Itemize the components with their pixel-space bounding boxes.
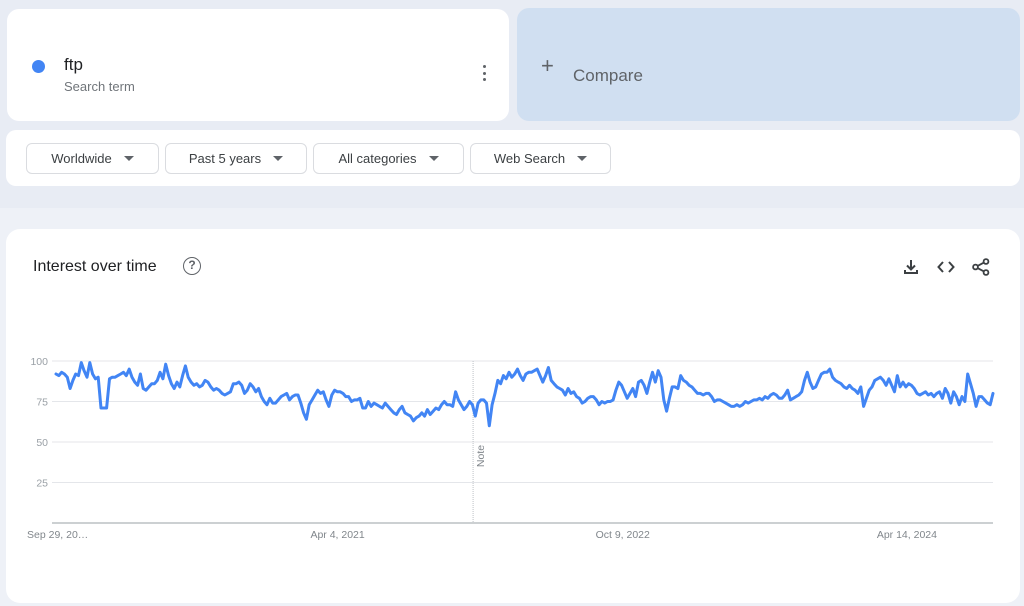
filter-time-range-label: Past 5 years bbox=[188, 151, 262, 166]
y-tick-label: 50 bbox=[36, 437, 48, 449]
x-tick-label: Sep 29, 20… bbox=[27, 529, 88, 541]
widget-title: Interest over time bbox=[33, 258, 157, 275]
interest-chart[interactable]: 25 50 75 100 Sep 29, 20… Apr 4, 2021 Oct 9, 2… bbox=[0, 340, 1024, 550]
share-icon[interactable] bbox=[971, 257, 991, 277]
embed-icon[interactable] bbox=[936, 257, 956, 277]
filter-category-label: All categories bbox=[338, 151, 417, 166]
search-term-card[interactable]: ftp Search term bbox=[7, 9, 509, 121]
compare-button[interactable]: + Compare bbox=[517, 8, 1020, 121]
filter-time-range[interactable]: Past 5 years bbox=[165, 143, 307, 174]
y-tick-label: 25 bbox=[36, 478, 48, 490]
dropdown-arrow-icon bbox=[123, 156, 134, 161]
dropdown-arrow-icon bbox=[428, 156, 439, 161]
x-tick-label: Apr 4, 2021 bbox=[310, 529, 364, 541]
compare-label: Compare bbox=[573, 66, 643, 85]
filter-region[interactable]: Worldwide bbox=[26, 143, 159, 174]
filters-bar: Worldwide Past 5 years All categories We… bbox=[6, 130, 1020, 186]
search-term-name[interactable]: ftp bbox=[64, 55, 83, 75]
filter-search-type[interactable]: Web Search bbox=[470, 143, 611, 174]
dropdown-arrow-icon bbox=[577, 156, 588, 161]
note-label: Note bbox=[475, 445, 487, 467]
filter-search-type-label: Web Search bbox=[493, 151, 566, 166]
filter-region-label: Worldwide bbox=[51, 151, 112, 166]
y-tick-label: 100 bbox=[30, 356, 48, 368]
download-icon[interactable] bbox=[901, 257, 921, 277]
filter-category[interactable]: All categories bbox=[313, 143, 464, 174]
help-icon[interactable]: ? bbox=[183, 257, 201, 275]
more-vert-icon[interactable] bbox=[479, 63, 489, 83]
plus-icon: + bbox=[541, 53, 554, 78]
dropdown-arrow-icon bbox=[273, 156, 284, 161]
x-tick-label: Apr 14, 2024 bbox=[877, 529, 937, 541]
x-tick-label: Oct 9, 2022 bbox=[596, 529, 650, 541]
series-color-dot bbox=[32, 60, 45, 73]
y-tick-label: 75 bbox=[36, 397, 48, 409]
search-term-subtitle: Search term bbox=[64, 79, 135, 94]
series-line-ftp bbox=[54, 361, 995, 428]
